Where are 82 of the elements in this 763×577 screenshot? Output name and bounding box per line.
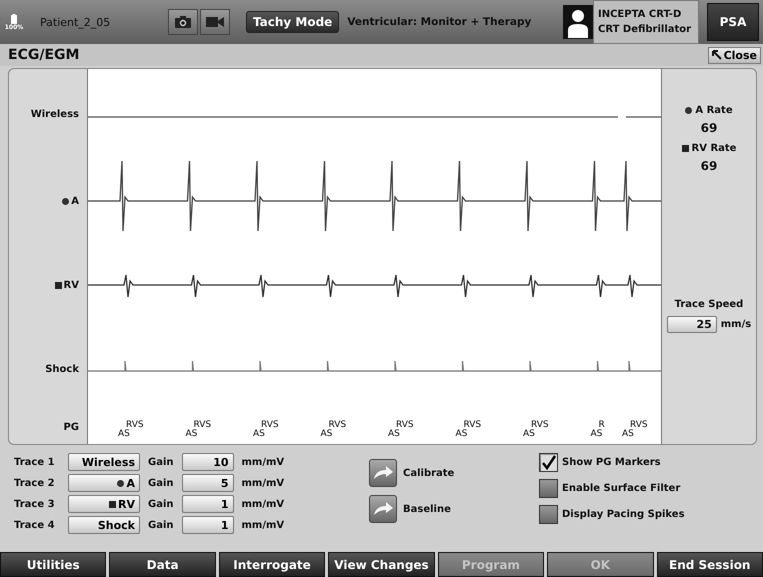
gain-field[interactable]: 1 — [182, 516, 234, 534]
gain-label: Gain — [148, 456, 174, 468]
pg-marker: RVS — [630, 420, 648, 430]
unit-label: mm/mV — [242, 456, 284, 468]
panel-title: ECG/EGM — [8, 47, 80, 63]
trace-number: Trace 1 — [14, 456, 56, 468]
trace-label: RV — [54, 280, 79, 290]
gain-field[interactable]: 5 — [182, 474, 234, 492]
checkbox[interactable] — [539, 479, 558, 498]
pg-marker: RVS — [194, 420, 212, 430]
unit-label: mm/mV — [242, 520, 284, 530]
pg-marker: RVS — [531, 420, 549, 430]
trace-speed-field[interactable]: 25 — [666, 316, 717, 333]
tachy-mode-button[interactable]: Tachy Mode — [246, 11, 340, 33]
pg-marker: AS — [523, 429, 535, 439]
trace-label: PG — [63, 422, 79, 433]
trace-number: Trace 3 — [14, 498, 56, 510]
gain-field[interactable]: 10 — [182, 453, 234, 471]
pg-marker: RVS — [126, 420, 144, 430]
pg-marker: AS — [253, 429, 265, 439]
battery-icon — [11, 14, 17, 24]
pg-marker: AS — [186, 429, 198, 439]
nav-button[interactable]: View Changes — [328, 552, 435, 577]
trace-label: Wireless — [30, 108, 79, 120]
dot-icon — [117, 480, 124, 486]
rate-label: RV Rate — [682, 143, 736, 154]
unit-label: mm/s — [720, 319, 752, 330]
arrow-icon — [712, 50, 722, 60]
gain-label: Gain — [148, 498, 174, 510]
pg-marker: AS — [622, 429, 634, 439]
trace-source-field[interactable]: RV — [68, 495, 140, 513]
device-type: CRT Defibrillator — [598, 24, 692, 35]
pg-marker: RVS — [396, 420, 414, 430]
trace-source-field[interactable]: Wireless — [68, 453, 140, 471]
pg-marker: RVS — [261, 420, 279, 430]
option-label: Show PG Markers — [562, 457, 661, 468]
square-icon — [682, 145, 689, 152]
gain-label: Gain — [148, 478, 174, 488]
dot-icon — [685, 107, 692, 114]
pg-marker: RVS — [328, 420, 346, 430]
unit-label: mm/mV — [242, 498, 284, 510]
option-label: Enable Surface Filter — [562, 483, 680, 494]
patient-name: Patient_2_05 — [40, 16, 112, 28]
close-button[interactable]: Close — [708, 46, 761, 64]
camera-icon[interactable] — [168, 9, 198, 35]
nav-button[interactable]: Data — [109, 552, 216, 577]
pg-marker: R — [598, 420, 605, 430]
rate-value: 69 — [700, 159, 718, 173]
pg-marker: AS — [456, 429, 468, 439]
rate-value: 69 — [700, 121, 718, 135]
pg-marker: AS — [590, 429, 602, 439]
gain-label: Gain — [148, 520, 174, 530]
square-icon — [109, 500, 116, 508]
mode-status: Ventricular: Monitor + Therapy — [347, 16, 532, 28]
checkbox[interactable] — [539, 505, 558, 524]
pg-marker: AS — [320, 429, 332, 439]
pg-marker: AS — [118, 429, 130, 439]
trace-label: A — [62, 196, 79, 206]
trace-label: Shock — [45, 364, 79, 374]
gain-field[interactable]: 1 — [182, 495, 234, 513]
nav-button[interactable]: Utilities — [0, 552, 106, 577]
trace-source-field[interactable]: A — [68, 474, 140, 492]
trace-number: Trace 2 — [14, 478, 56, 488]
psa-button[interactable]: PSA — [707, 3, 759, 41]
square-icon — [54, 282, 62, 288]
video-camera-icon[interactable] — [200, 9, 230, 35]
nav-button[interactable]: End Session — [656, 552, 763, 577]
trace-speed-label: Trace Speed — [674, 299, 744, 310]
option-label: Display Pacing Spikes — [562, 509, 685, 520]
device-model: INCEPTA CRT-D — [598, 9, 682, 20]
person-icon — [563, 5, 593, 39]
dot-icon — [62, 198, 70, 204]
action-label: Calibrate — [403, 468, 454, 478]
action-label: Baseline — [403, 504, 451, 514]
trace-number: Trace 4 — [14, 520, 56, 530]
rate-label: A Rate — [685, 105, 733, 116]
unit-label: mm/mV — [242, 478, 284, 488]
checkbox[interactable] — [539, 453, 558, 472]
pg-marker: RVS — [464, 420, 482, 430]
trace-source-field[interactable]: Shock — [68, 516, 140, 534]
nav-button[interactable]: Interrogate — [218, 552, 326, 577]
pg-marker: AS — [388, 429, 400, 439]
